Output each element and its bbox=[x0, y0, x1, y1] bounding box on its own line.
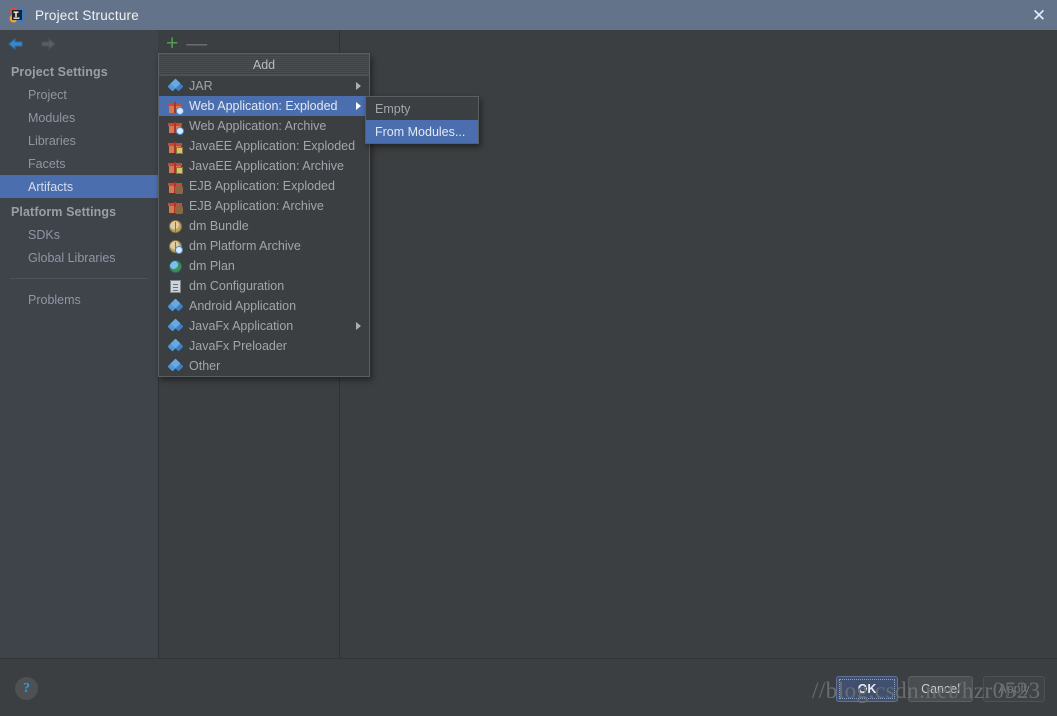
javaee-archive-icon bbox=[167, 158, 183, 174]
sidebar-nav-toolbar bbox=[0, 30, 158, 58]
menu-item-label: Web Application: Archive bbox=[189, 119, 327, 133]
watermark-text: //blog.csdn.net/hzr0523 bbox=[812, 678, 1041, 703]
menu-item-label: JavaEE Application: Exploded bbox=[189, 139, 356, 153]
menu-item-dm-plan[interactable]: dm Plan bbox=[159, 256, 369, 276]
menu-item-label: Android Application bbox=[189, 299, 297, 313]
sidebar-group-title-project-settings: Project Settings bbox=[11, 65, 108, 79]
sidebar-item-label: SDKs bbox=[28, 227, 60, 242]
menu-item-javafx-application[interactable]: JavaFx Application bbox=[159, 316, 369, 336]
menu-item-label: JavaFx Application bbox=[189, 319, 294, 333]
submenu-item-empty[interactable]: Empty bbox=[366, 97, 478, 120]
sidebar-item-libraries[interactable]: Libraries bbox=[0, 129, 158, 152]
sidebar-item-label: Project bbox=[28, 87, 67, 102]
sidebar-item-artifacts[interactable]: Artifacts bbox=[0, 175, 158, 198]
sidebar-item-problems[interactable]: Problems bbox=[0, 288, 158, 311]
javaee-exploded-icon bbox=[167, 138, 183, 154]
menu-item-label: dm Configuration bbox=[189, 279, 285, 293]
menu-item-ejb-application-exploded[interactable]: EJB Application: Exploded bbox=[159, 176, 369, 196]
menu-item-label: dm Plan bbox=[189, 259, 235, 273]
android-application-icon bbox=[167, 298, 183, 314]
menu-item-label: EJB Application: Exploded bbox=[189, 179, 335, 193]
submenu-item-label: From Modules... bbox=[375, 124, 466, 139]
menu-item-web-application-archive[interactable]: Web Application: Archive bbox=[159, 116, 369, 136]
sidebar-item-label: Libraries bbox=[28, 133, 76, 148]
arrow-right-icon bbox=[38, 36, 58, 52]
sidebar-item-global-libraries[interactable]: Global Libraries bbox=[0, 246, 158, 269]
menu-item-label: EJB Application: Archive bbox=[189, 199, 324, 213]
javafx-preloader-icon bbox=[167, 338, 183, 354]
sidebar-item-label: Global Libraries bbox=[28, 250, 116, 265]
menu-item-label: Other bbox=[189, 359, 221, 373]
menu-item-javaee-application-archive[interactable]: JavaEE Application: Archive bbox=[159, 156, 369, 176]
sidebar-item-project[interactable]: Project bbox=[0, 83, 158, 106]
menu-item-label: JAR bbox=[189, 79, 213, 93]
menu-item-dm-bundle[interactable]: dm Bundle bbox=[159, 216, 369, 236]
sidebar-group-title-platform-settings: Platform Settings bbox=[11, 205, 117, 219]
submenu-item-from-modules[interactable]: From Modules... bbox=[366, 120, 478, 143]
chevron-right-icon bbox=[356, 102, 361, 110]
menu-item-dm-configuration[interactable]: dm Configuration bbox=[159, 276, 369, 296]
dm-plan-globe-icon bbox=[167, 258, 183, 274]
dm-configuration-file-icon bbox=[167, 278, 183, 294]
menu-item-other[interactable]: Other bbox=[159, 356, 369, 376]
menu-item-dm-platform-archive[interactable]: dm Platform Archive bbox=[159, 236, 369, 256]
sidebar-item-facets[interactable]: Facets bbox=[0, 152, 158, 175]
web-exploded-submenu: Empty From Modules... bbox=[365, 96, 479, 144]
menu-item-javafx-preloader[interactable]: JavaFx Preloader bbox=[159, 336, 369, 356]
menu-item-label: JavaEE Application: Archive bbox=[189, 159, 344, 173]
web-exploded-icon bbox=[167, 98, 184, 115]
menu-item-javaee-application-exploded[interactable]: JavaEE Application: Exploded bbox=[159, 136, 369, 156]
ejb-archive-icon bbox=[167, 198, 183, 214]
menu-item-ejb-application-archive[interactable]: EJB Application: Archive bbox=[159, 196, 369, 216]
javafx-application-icon bbox=[167, 318, 183, 334]
ejb-exploded-icon bbox=[167, 178, 183, 194]
menu-item-label: dm Bundle bbox=[189, 219, 249, 233]
other-icon bbox=[167, 358, 183, 374]
chevron-right-icon bbox=[356, 322, 361, 330]
arrow-left-icon[interactable] bbox=[6, 36, 26, 52]
menu-item-web-application-exploded[interactable]: Web Application: Exploded bbox=[159, 96, 369, 116]
menu-item-label: dm Platform Archive bbox=[189, 239, 301, 253]
menu-header: Add bbox=[159, 54, 369, 76]
sidebar-item-modules[interactable]: Modules bbox=[0, 106, 158, 129]
sidebar-item-label: Modules bbox=[28, 110, 76, 125]
jar-icon bbox=[167, 78, 183, 94]
menu-item-android-application[interactable]: Android Application bbox=[159, 296, 369, 316]
close-icon[interactable]: ✕ bbox=[1021, 0, 1057, 30]
sidebar-divider bbox=[10, 278, 148, 279]
help-question-icon[interactable]: ? bbox=[15, 677, 38, 700]
dm-platform-archive-icon bbox=[167, 238, 183, 254]
sidebar-item-label: Problems bbox=[28, 292, 81, 307]
sidebar-item-label: Artifacts bbox=[28, 179, 74, 194]
window-titlebar: Project Structure ✕ bbox=[0, 0, 1057, 30]
settings-sidebar: Project Settings Project Modules Librari… bbox=[0, 30, 158, 658]
chevron-right-icon bbox=[356, 82, 361, 90]
intellij-idea-logo bbox=[9, 7, 25, 23]
menu-item-jar[interactable]: JAR bbox=[159, 76, 369, 96]
sidebar-item-label: Facets bbox=[28, 156, 66, 171]
sidebar-item-sdks[interactable]: SDKs bbox=[0, 223, 158, 246]
menu-item-label: JavaFx Preloader bbox=[189, 339, 287, 353]
web-archive-icon bbox=[167, 118, 184, 135]
window-title: Project Structure bbox=[35, 7, 139, 23]
dm-bundle-icon bbox=[167, 218, 183, 234]
submenu-item-label: Empty bbox=[375, 101, 411, 116]
menu-item-label: Web Application: Exploded bbox=[189, 99, 338, 113]
add-artifact-menu: Add JAR Web Application: Exploded Web Ap… bbox=[158, 53, 370, 377]
